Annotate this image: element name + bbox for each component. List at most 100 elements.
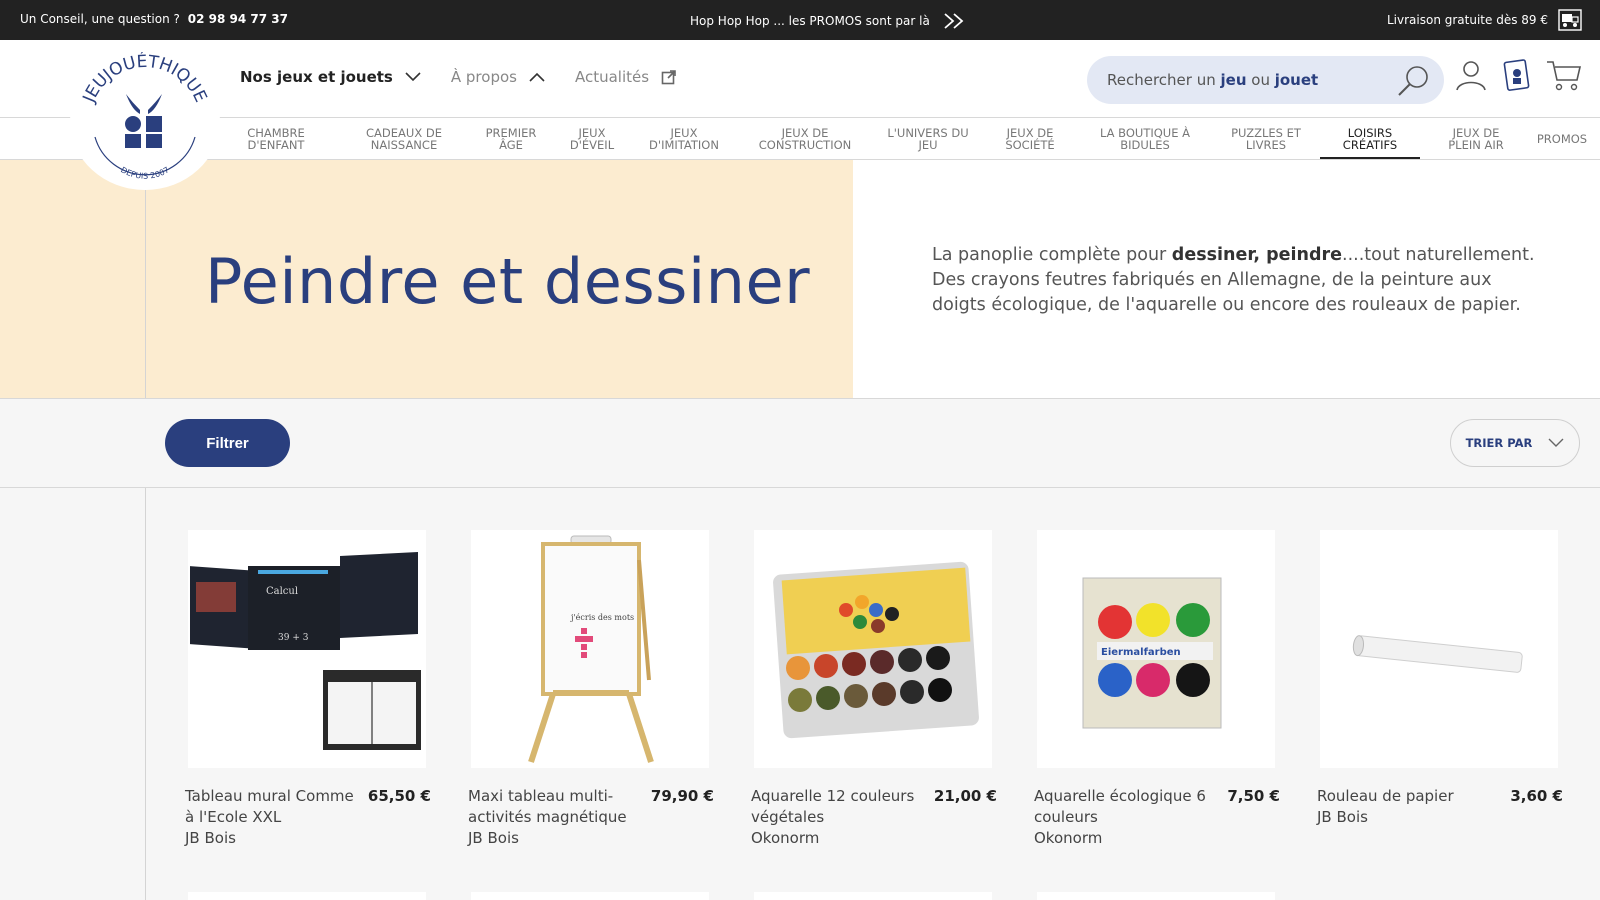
- product-name[interactable]: Aquarelle écologique 6 couleurs: [1034, 786, 1209, 828]
- search-input[interactable]: Rechercher un jeu ou jouet: [1087, 56, 1444, 104]
- watercolor-box-image-icon: [773, 561, 979, 739]
- svg-text:Calcul: Calcul: [266, 586, 298, 597]
- search-placeholder-mid: ou: [1246, 71, 1275, 89]
- category-societe[interactable]: JEUX DE SOCIÉTÉ: [998, 127, 1062, 151]
- category-loisirs-creatifs[interactable]: LOISIRS CRÉATIFS: [1320, 127, 1420, 151]
- product-brand: JB Bois: [468, 829, 519, 847]
- product-price: 7,50 €: [1227, 787, 1280, 805]
- paper-roll-image-icon: [1352, 635, 1523, 673]
- category-eveil[interactable]: JEUX D'ÉVEIL: [564, 127, 620, 151]
- contact-info: Un Conseil, une question ? 02 98 94 77 3…: [20, 12, 288, 26]
- category-construction[interactable]: JEUX DE CONSTRUCTION: [752, 127, 858, 151]
- product-card-partial: [1037, 892, 1275, 900]
- desc-text: ....tout naturellement.: [1342, 245, 1535, 265]
- product-name[interactable]: Aquarelle 12 couleurs végétales: [751, 786, 926, 828]
- user-account-icon[interactable]: [1454, 58, 1488, 92]
- category-line2: CONSTRUCTION: [758, 138, 852, 152]
- header-icons: [1454, 58, 1582, 92]
- product-card[interactable]: j'écris des mots Maxi tableau multi-acti…: [468, 530, 714, 849]
- chevron-down-icon: [405, 72, 421, 82]
- search-placeholder-word2: jouet: [1274, 71, 1319, 89]
- product-card-partial: [754, 892, 992, 900]
- shopping-cart-icon[interactable]: [1546, 58, 1582, 92]
- product-name[interactable]: Tableau mural Comme à l'Ecole XXL: [185, 786, 360, 828]
- delivery-truck-icon: [1558, 9, 1582, 31]
- category-line2: JEU: [918, 138, 938, 152]
- category-chambre[interactable]: CHAMBRE D'ENFANT: [240, 127, 312, 151]
- nav-about-label: À propos: [450, 68, 517, 86]
- category-line2: D'ENFANT: [247, 138, 305, 152]
- category-line2: D'ÉVEIL: [569, 138, 615, 152]
- product-image[interactable]: [1320, 530, 1558, 768]
- category-line2: CRÉATIFS: [1342, 138, 1398, 152]
- easel-image-icon: j'écris des mots: [528, 535, 654, 763]
- product-card[interactable]: Calcul 39 + 3 Tableau mural Comme à l'Ec…: [185, 530, 431, 849]
- desc-text: doigts écologique, de l'aquarelle ou enc…: [932, 295, 1521, 315]
- product-name[interactable]: Maxi tableau multi-activités magnétique: [468, 786, 643, 828]
- category-puzzles[interactable]: PUZZLES ET LIVRES: [1224, 127, 1308, 151]
- product-card[interactable]: Eiermalfarben Aquarelle écologique 6 cou…: [1034, 530, 1280, 849]
- product-price: 21,00 €: [933, 787, 997, 805]
- category-cadeaux[interactable]: CADEAUX DE NAISSANCE: [358, 127, 450, 151]
- filter-bar: Filtrer TRIER PAR: [0, 398, 1600, 488]
- product-image[interactable]: [754, 530, 992, 768]
- site-logo[interactable]: JEUJOUÉTHIQUE DEPUIS 2007: [70, 50, 220, 190]
- desc-emphasis: dessiner, peindre: [1171, 245, 1343, 265]
- product-card[interactable]: Aquarelle 12 couleurs végétales 21,00 € …: [751, 530, 997, 849]
- category-promos[interactable]: PROMOS: [1532, 133, 1592, 145]
- search-placeholder-prefix: Rechercher un: [1107, 71, 1221, 89]
- nav-news[interactable]: Actualités: [575, 68, 677, 86]
- product-brand: Okonorm: [751, 829, 820, 847]
- nav-about[interactable]: À propos: [451, 68, 545, 86]
- product-image[interactable]: Calcul 39 + 3: [188, 530, 426, 768]
- product-card-partial: [471, 892, 709, 900]
- svg-text:j'écris des mots: j'écris des mots: [570, 613, 634, 622]
- wishlist-card-icon[interactable]: [1502, 58, 1532, 92]
- category-line2: NAISSANCE: [370, 138, 438, 152]
- shipping-text: Livraison gratuite dès 89 €: [1387, 13, 1548, 27]
- product-brand: JB Bois: [1317, 808, 1368, 826]
- sort-dropdown[interactable]: TRIER PAR: [1450, 419, 1580, 467]
- eco-paint-box-image-icon: Eiermalfarben: [1082, 577, 1222, 729]
- category-line2: D'IMITATION: [649, 138, 719, 152]
- category-line1: PROMOS: [1536, 132, 1588, 146]
- search-placeholder: Rechercher un jeu ou jouet: [1107, 71, 1318, 89]
- nav-games-toys-label: Nos jeux et jouets: [240, 68, 393, 86]
- nav-news-label: Actualités: [574, 68, 650, 86]
- category-plein-air[interactable]: JEUX DE PLEIN AIR: [1440, 127, 1512, 151]
- top-bar: Un Conseil, une question ? 02 98 94 77 3…: [0, 0, 1600, 40]
- promo-link[interactable]: Hop Hop Hop ... les PROMOS sont par là: [690, 12, 968, 30]
- active-category-indicator: [1320, 157, 1420, 159]
- category-line2: SOCIÉTÉ: [1005, 138, 1055, 152]
- category-line2: ÂGE: [499, 138, 523, 152]
- desc-text: La panoplie complète pour: [932, 245, 1172, 265]
- category-univers[interactable]: L'UNIVERS DU JEU: [880, 127, 976, 151]
- product-name[interactable]: Rouleau de papier: [1317, 786, 1492, 807]
- category-nav: CHAMBRE D'ENFANT CADEAUX DE NAISSANCE PREM…: [0, 118, 1600, 160]
- search-icon[interactable]: [1396, 64, 1430, 98]
- page-title: Peindre et dessiner: [205, 245, 811, 318]
- product-image[interactable]: j'écris des mots: [471, 530, 709, 768]
- svg-text:Eiermalfarben: Eiermalfarben: [1101, 647, 1181, 658]
- product-image[interactable]: Eiermalfarben: [1037, 530, 1275, 768]
- category-line2: PLEIN AIR: [1448, 138, 1504, 152]
- search-placeholder-word1: jeu: [1220, 71, 1247, 89]
- product-card[interactable]: Rouleau de papier 3,60 € JB Bois: [1317, 530, 1563, 828]
- category-line2: BIDULES: [1120, 138, 1170, 152]
- left-gutter-divider: [145, 190, 146, 900]
- category-imitation[interactable]: JEUX D'IMITATION: [642, 127, 726, 151]
- product-price: 3,60 €: [1510, 787, 1563, 805]
- phone-number[interactable]: 02 98 94 77 37: [188, 12, 288, 26]
- category-line2: LIVRES: [1245, 138, 1287, 152]
- category-description: La panoplie complète pour dessiner, pein…: [932, 243, 1552, 318]
- desc-text: Des crayons feutres fabriqués en Allemag…: [932, 270, 1492, 290]
- sort-label: TRIER PAR: [1465, 436, 1533, 450]
- category-bidules[interactable]: LA BOUTIQUE À BIDULES: [1090, 127, 1200, 151]
- filter-button[interactable]: Filtrer: [165, 419, 290, 467]
- logo-since: DEPUIS 2007: [119, 165, 171, 180]
- product-brand: Okonorm: [1034, 829, 1103, 847]
- category-premier-age[interactable]: PREMIER ÂGE: [478, 127, 544, 151]
- svg-text:39 + 3: 39 + 3: [278, 633, 309, 643]
- nav-games-toys[interactable]: Nos jeux et jouets: [240, 68, 421, 86]
- site-header: Nos jeux et jouets À propos Actualités R…: [0, 40, 1600, 118]
